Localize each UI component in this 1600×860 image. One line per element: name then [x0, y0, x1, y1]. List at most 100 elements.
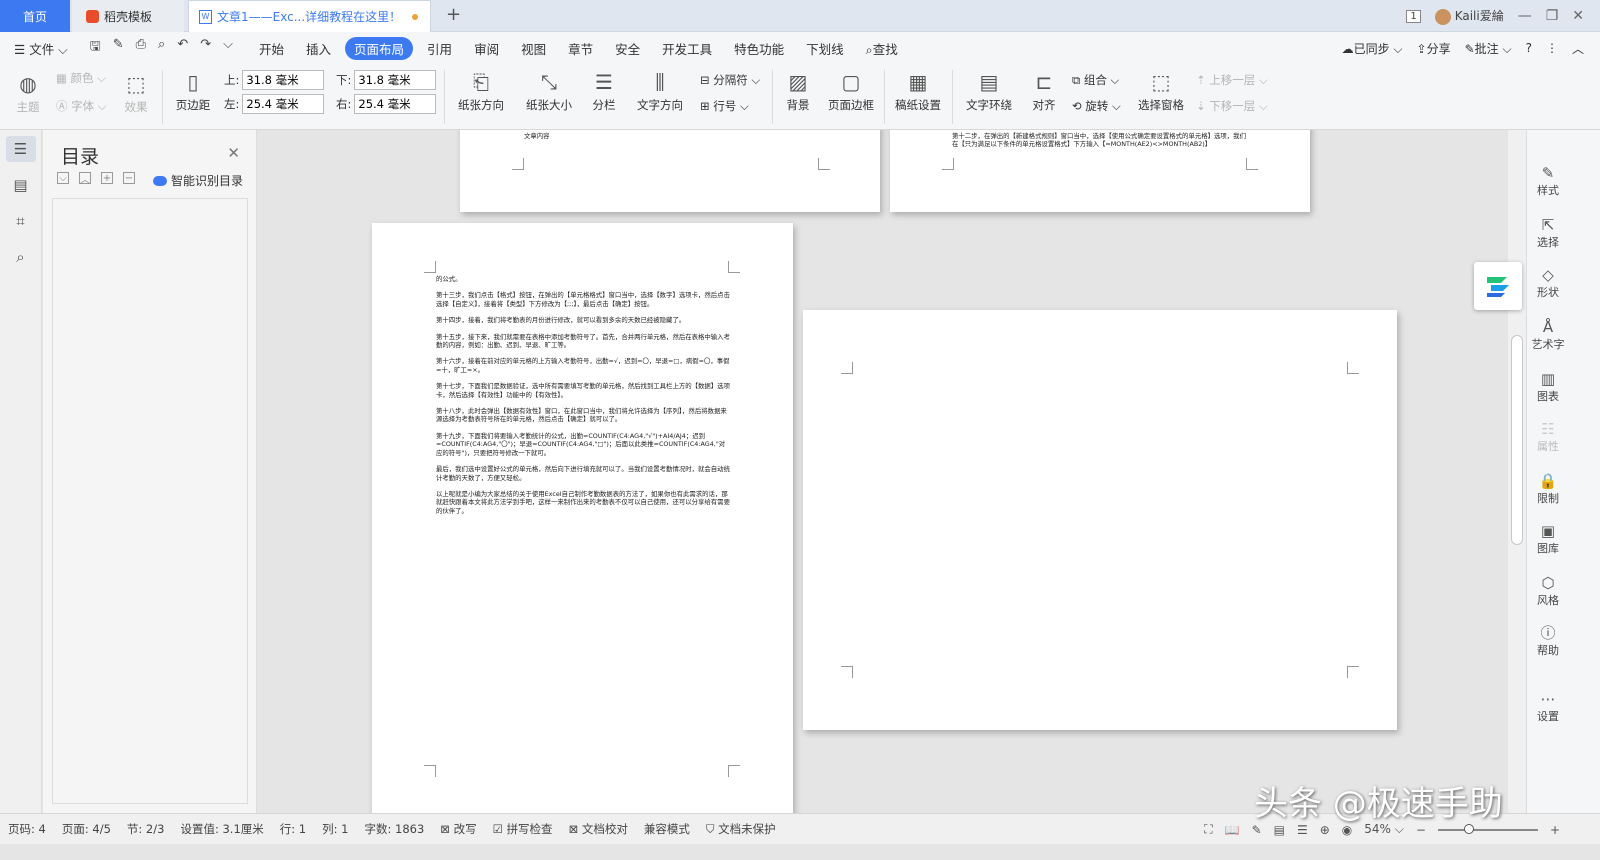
menu-security[interactable]: 安全	[615, 39, 640, 58]
paper-settings-button[interactable]: ▦ 稿纸设置	[892, 70, 944, 113]
page-2[interactable]: 第十二步，在弹出的【新建格式规则】窗口当中，选择【使用公式确定要设置格式的单元格…	[890, 130, 1310, 212]
effects-button[interactable]: ⬚ 效果	[118, 72, 154, 115]
send-backward-button[interactable]: ⇣ 下移一层 ⌵	[1196, 98, 1268, 114]
redo-icon[interactable]: ↷	[200, 37, 211, 59]
menu-start[interactable]: 开始	[259, 39, 284, 58]
expand-icon[interactable]: ⌵	[57, 172, 69, 184]
group-button[interactable]: ⧉ 组合 ⌵	[1072, 72, 1119, 88]
new-tab-button[interactable]: +	[446, 4, 461, 25]
theme-button[interactable]: ◍ 主题	[10, 72, 46, 115]
text-wrap-button[interactable]: ▤ 文字环绕	[960, 70, 1018, 113]
margin-right-input[interactable]	[354, 94, 437, 114]
text-direction-button[interactable]: ⫼ 文字方向	[630, 70, 690, 113]
find-panel-icon[interactable]: ⌕	[6, 244, 36, 270]
restore-icon[interactable]: ❐	[1546, 8, 1559, 24]
colors-button[interactable]: ▦ 颜色 ⌵	[56, 70, 106, 86]
restrict-button[interactable]: 🔒 限制	[1527, 472, 1569, 506]
tab-document[interactable]: W 文章1——Exc...详细教程在这里！	[188, 0, 431, 32]
theme-style-button[interactable]: ⬡ 风格	[1527, 574, 1569, 608]
shapes-button[interactable]: ◇ 形状	[1527, 266, 1569, 300]
menu-references[interactable]: 引用	[427, 39, 452, 58]
close-icon[interactable]: ✕	[227, 144, 240, 162]
more-icon[interactable]: ⌵	[223, 37, 233, 59]
page-4-landscape[interactable]	[803, 310, 1397, 730]
gallery-button[interactable]: ▣ 图库	[1527, 522, 1569, 556]
status-words[interactable]: 字数: 1863	[365, 821, 425, 837]
margin-top-input[interactable]	[242, 70, 325, 90]
assistant-float-button[interactable]	[1474, 262, 1522, 310]
format-painter-icon[interactable]: ✎	[113, 37, 124, 59]
zoom-slider[interactable]	[1437, 823, 1538, 834]
paper-size-button[interactable]: ⤡ 纸张大小	[520, 70, 578, 113]
undo-icon[interactable]: ↶	[177, 37, 188, 59]
status-col[interactable]: 列: 1	[322, 821, 348, 837]
status-page[interactable]: 页面: 4/5	[62, 821, 111, 837]
menu-underline[interactable]: 下划线	[806, 39, 844, 58]
status-setting[interactable]: 设置值: 3.1厘米	[180, 821, 263, 837]
doc-proofread[interactable]: ⊠ 文档校对	[569, 821, 628, 837]
collapse-icon[interactable]: ︿	[79, 172, 91, 186]
toc-panel-icon[interactable]: ☰	[5, 136, 36, 162]
menu-view[interactable]: 视图	[521, 39, 546, 58]
bookmark-panel-icon[interactable]: ⌗	[6, 208, 36, 234]
fullscreen-icon[interactable]: ⛶	[1204, 822, 1212, 837]
more-options-icon[interactable]: ⋮	[1546, 41, 1558, 55]
chart-button[interactable]: ▥ 图表	[1527, 370, 1569, 404]
comment-button[interactable]: ✎批注 ⌵	[1465, 40, 1512, 57]
print-preview-icon[interactable]: ⌕	[158, 37, 165, 59]
status-page-code[interactable]: 页码: 4	[8, 821, 46, 837]
file-menu[interactable]: ☰ 文件 ⌵	[14, 39, 68, 58]
revise-mode[interactable]: ⊠ 改写	[440, 821, 476, 837]
save-icon[interactable]: 🖫	[90, 37, 101, 59]
spell-check[interactable]: ☑ 拼写检查	[493, 821, 553, 837]
menu-special[interactable]: 特色功能	[734, 39, 784, 58]
style-button[interactable]: ✎ 样式	[1527, 164, 1569, 198]
scrollbar-thumb[interactable]	[1511, 335, 1523, 545]
sync-button[interactable]: ☁已同步 ⌵	[1342, 40, 1403, 57]
select-button[interactable]: ⇱ 选择	[1527, 216, 1569, 250]
print-icon[interactable]: ⎙	[136, 37, 146, 59]
tab-home[interactable]: 首页	[0, 0, 70, 32]
separator-button[interactable]: ⊟ 分隔符 ⌵	[700, 72, 760, 88]
close-window-icon[interactable]: ✕	[1572, 8, 1584, 24]
margin-left-input[interactable]	[242, 94, 325, 114]
zoom-slider-handle[interactable]	[1463, 823, 1474, 834]
help-button[interactable]: ⓘ 帮助	[1527, 624, 1569, 658]
rotate-button[interactable]: ⟲ 旋转 ⌵	[1072, 98, 1121, 114]
tab-templates[interactable]: 稻壳模板	[72, 0, 184, 32]
doc-protection[interactable]: ⛉ 文档未保护	[706, 821, 776, 837]
menu-page-layout[interactable]: 页面布局	[345, 36, 414, 60]
collapse-ribbon-icon[interactable]: ︿	[1572, 40, 1584, 57]
menu-review[interactable]: 审阅	[474, 39, 499, 58]
align-button[interactable]: ⊏ 对齐	[1026, 70, 1062, 113]
remove-item-icon[interactable]: −	[123, 172, 135, 184]
page-1[interactable]: 文章内容	[460, 130, 880, 212]
menu-developer[interactable]: 开发工具	[662, 39, 712, 58]
status-section[interactable]: 节: 2/3	[127, 821, 165, 837]
read-mode-icon[interactable]: 📖	[1225, 823, 1240, 837]
document-canvas[interactable]: 文章内容 第十二步，在弹出的【新建格式规则】窗口当中，选择【使用公式确定要设置格…	[258, 130, 1508, 813]
vertical-scrollbar[interactable]	[1508, 130, 1526, 813]
font-button[interactable]: Ⓐ 字体 ⌵	[56, 98, 107, 114]
page-border-button[interactable]: ▢ 页面边框	[826, 70, 876, 113]
wordart-button[interactable]: Å 艺术字	[1527, 318, 1569, 352]
zoom-in-icon[interactable]: +	[1550, 823, 1560, 837]
window-count-badge[interactable]: 1	[1406, 9, 1421, 23]
line-numbers-button[interactable]: ⊞ 行号 ⌵	[700, 98, 749, 114]
smart-toc-button[interactable]: 智能识别目录	[153, 172, 243, 189]
select-pane-button[interactable]: ⬚ 选择窗格	[1136, 70, 1186, 113]
minimize-icon[interactable]: —	[1518, 8, 1532, 24]
background-button[interactable]: ▨ 背景	[780, 70, 816, 113]
help-icon[interactable]: ?	[1526, 41, 1532, 55]
add-item-icon[interactable]: +	[101, 172, 113, 184]
settings-button[interactable]: ⋯ 设置	[1527, 690, 1569, 724]
page-3[interactable]: 的公式。 第十三步，我们点击【格式】按钮，在弹出的【单元格格式】窗口当中，选择【…	[372, 223, 793, 813]
chapter-panel-icon[interactable]: ▤	[6, 172, 36, 198]
properties-button[interactable]: ☷ 属性	[1527, 420, 1569, 454]
bring-forward-button[interactable]: ⇡ 上移一层 ⌵	[1196, 72, 1268, 88]
status-row[interactable]: 行: 1	[280, 821, 306, 837]
search-button[interactable]: ⌕查找	[866, 39, 898, 58]
share-button[interactable]: ⇪分享	[1417, 40, 1451, 57]
menu-insert[interactable]: 插入	[306, 39, 331, 58]
orientation-button[interactable]: ⎗ 纸张方向	[452, 70, 510, 113]
